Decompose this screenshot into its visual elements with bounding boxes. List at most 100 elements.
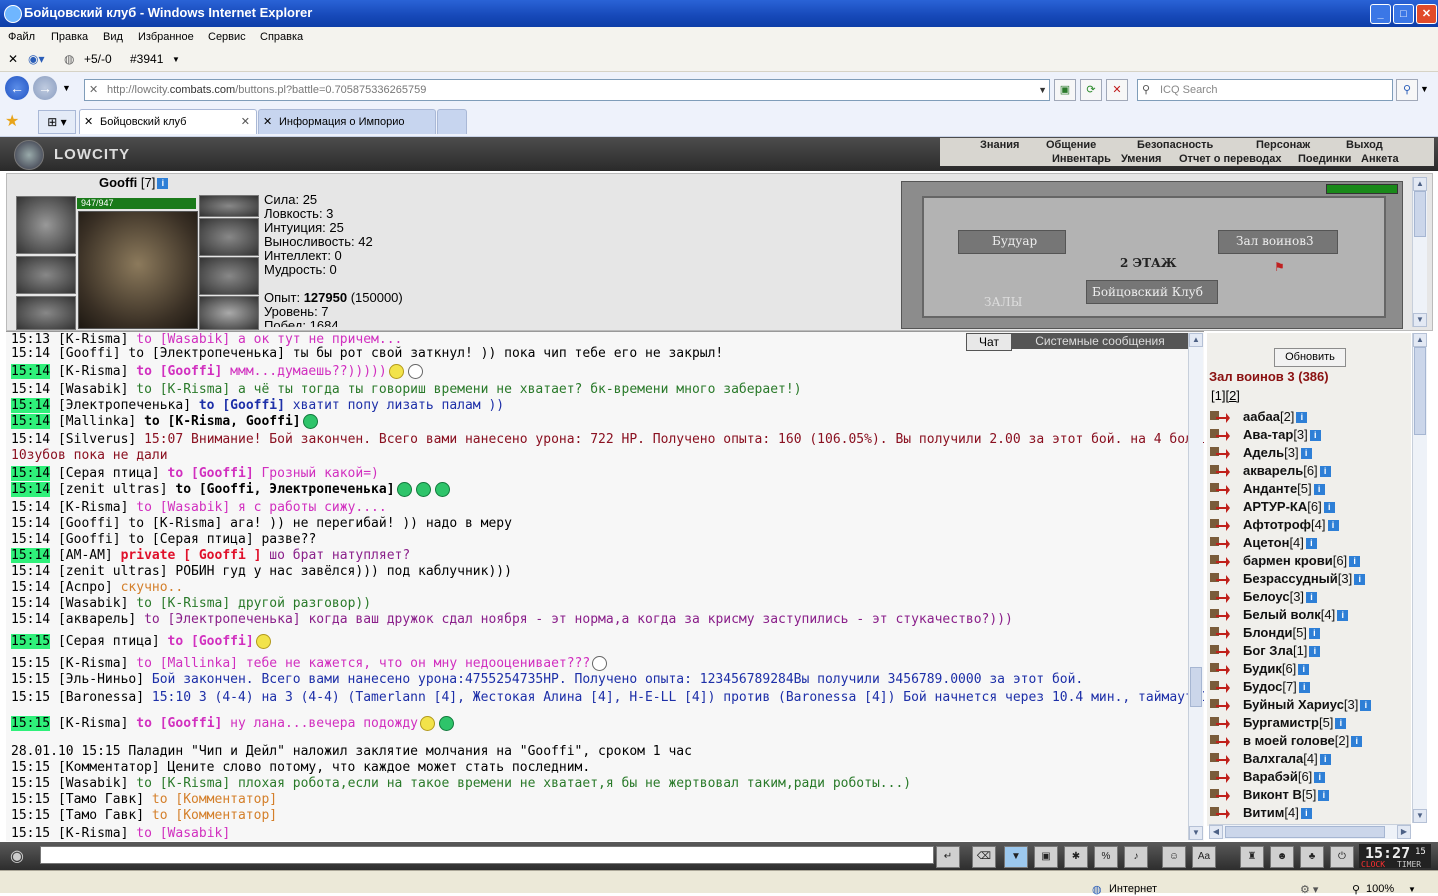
eraser-icon[interactable]: ⌫ [972,846,996,868]
private-arrow-icon[interactable] [1210,590,1230,604]
user-entry[interactable]: в моей голове[2] i [1243,733,1363,749]
chat-recipient[interactable]: to [Gooffi] [136,364,222,379]
chat-nick[interactable]: [Wasabik] [58,776,128,791]
back-button[interactable]: ← [5,76,29,100]
private-arrow-icon[interactable] [1210,446,1230,460]
chat-nick[interactable]: [Wasabik] [58,596,128,611]
chat-recipient[interactable]: to [Электропеченька] [144,612,301,627]
menu-transfers[interactable]: Отчет о переводах [1179,153,1282,165]
chat-timestamp[interactable]: 15:14 [11,432,50,447]
menu-profile[interactable]: Анкета [1361,153,1399,165]
user-entry[interactable]: Виконт В[5] i [1243,787,1330,803]
tab-system-messages[interactable]: Системные сообщения [1012,333,1188,349]
private-arrow-icon[interactable] [1210,518,1230,532]
info-icon[interactable]: i [1298,664,1310,676]
private-arrow-icon[interactable] [1210,482,1230,496]
user-name[interactable]: Бог Зла [1243,643,1293,658]
private-arrow-icon[interactable] [1210,572,1230,586]
menu-inventory[interactable]: Инвентарь [1052,153,1111,165]
user-name[interactable]: Валхгала [1243,751,1303,766]
chat-recipient[interactable]: to [Комментатор] [152,792,277,807]
user-entry[interactable]: Будик[6] i [1243,661,1310,677]
user-name[interactable]: акварель [1243,463,1303,478]
search-input[interactable]: ⚲ ICQ Search [1137,79,1393,101]
armor-slots[interactable] [199,257,259,295]
user-entry[interactable]: Витим[4] i [1243,805,1312,821]
info-icon[interactable]: i [1296,412,1308,424]
chat-nick[interactable]: [zenit ultras] [58,482,168,497]
tab-chat[interactable]: Чат [966,333,1012,351]
private-arrow-icon[interactable] [1210,752,1230,766]
tab-fight-club[interactable]: ✕ Бойцовский клуб ✕ [79,109,257,134]
chat-nick[interactable]: [Тамо Гавк] [58,808,144,823]
info-icon[interactable]: i [1300,448,1312,460]
info-icon[interactable]: i [1323,502,1335,514]
group-icon[interactable]: ♣ [1300,846,1324,868]
user-name[interactable]: Ава-тар [1243,427,1293,442]
private-arrow-icon[interactable] [1210,770,1230,784]
chat-recipient[interactable]: to [Серая птица] [128,532,253,547]
chat-timestamp[interactable]: 15:15 [11,672,50,687]
private-arrow-icon[interactable] [1210,788,1230,802]
chat-nick[interactable]: [K-Risma] [58,332,128,347]
chat-nick[interactable]: [AM-AM] [58,548,113,563]
chat-nick[interactable]: [K-Risma] [58,826,128,841]
chat-timestamp[interactable]: 15:15 [11,760,50,775]
counter-dropdown-icon[interactable]: ▼ [172,55,180,64]
user-name[interactable]: АРТУР-КА [1243,499,1307,514]
chat-timestamp[interactable]: 15:15 [11,634,51,649]
user-name[interactable]: Анданте [1243,481,1297,496]
chat-timestamp[interactable]: 15:15 [11,826,50,841]
chat-recipient[interactable]: to [K-Risma] [136,382,230,397]
menu-skills[interactable]: Умения [1121,153,1161,165]
private-arrow-icon[interactable] [1210,554,1230,568]
info-icon[interactable]: i [1306,592,1318,604]
mask-icon[interactable]: ☻ [1270,846,1294,868]
chat-recipient[interactable]: to [Комментатор] [152,808,277,823]
user-name[interactable]: бармен крови [1243,553,1333,568]
smiley-icon[interactable]: ☺ [1162,846,1186,868]
info-icon[interactable]: i [1313,484,1325,496]
address-field[interactable]: ✕ http://lowcity.combats.com/buttons.pl?… [84,79,1050,101]
user-name[interactable]: Будик [1243,661,1282,676]
chat-timestamp[interactable]: 15:14 [11,482,51,497]
user-name[interactable]: Безрассудный [1243,571,1338,586]
chat-nick[interactable]: [Mallinka] [58,414,136,429]
character-avatar[interactable] [78,211,198,329]
user-entry[interactable]: Афтотроф[4] i [1243,517,1339,533]
protected-mode-icon[interactable]: ⚙ ▾ [1300,883,1318,896]
chat-timestamp[interactable]: 15:14 [11,564,50,579]
user-name[interactable]: Адель [1243,445,1284,460]
stop-icon[interactable]: ✕ [1106,79,1128,101]
percent-icon[interactable]: % [1094,846,1118,868]
user-entry[interactable]: акварель[6] i [1243,463,1331,479]
chat-nick[interactable]: [Серая птица] [58,466,160,481]
sound-icon[interactable]: ♪ [1124,846,1148,868]
chat-timestamp[interactable]: 15:14 [11,414,51,429]
chat-scrollbar[interactable]: ▲ ▼ [1188,333,1203,840]
chat-recipient[interactable]: to [Электропеченька] [128,346,285,361]
save-icon[interactable]: ▣ [1034,846,1058,868]
menu-exit[interactable]: Выход [1346,139,1383,151]
chat-nick[interactable]: [Silverus] [58,432,136,447]
counter-label[interactable]: #3941 [130,52,163,66]
chat-nick[interactable]: [Электропеченька] [58,398,191,413]
chat-timestamp[interactable]: 15:14 [11,532,50,547]
user-name[interactable]: аабаа [1243,409,1280,424]
user-name[interactable]: Ацетон [1243,535,1289,550]
chat-nick[interactable]: [Baronessa] [58,690,144,705]
boots-slot[interactable] [199,296,259,330]
info-icon[interactable]: i [1335,718,1347,730]
chat-timestamp[interactable]: 15:14 [11,548,51,563]
user-entry[interactable]: Белый волк[4] i [1243,607,1349,623]
page-1[interactable]: [1] [1211,388,1225,403]
new-tab-button[interactable] [437,109,467,134]
close-button[interactable]: ✕ [1416,4,1437,24]
userlist-hscrollbar[interactable]: ◀ ▶ [1209,824,1411,839]
gloves-slot[interactable] [16,256,76,294]
chat-input[interactable] [40,846,934,864]
chat-nick[interactable]: [Комментатор] [58,760,160,775]
chat-recipient[interactable]: to [K-Risma] [136,596,230,611]
private-arrow-icon[interactable] [1210,428,1230,442]
chat-recipient[interactable]: to [Gooffi, Электропеченька] [175,482,394,497]
